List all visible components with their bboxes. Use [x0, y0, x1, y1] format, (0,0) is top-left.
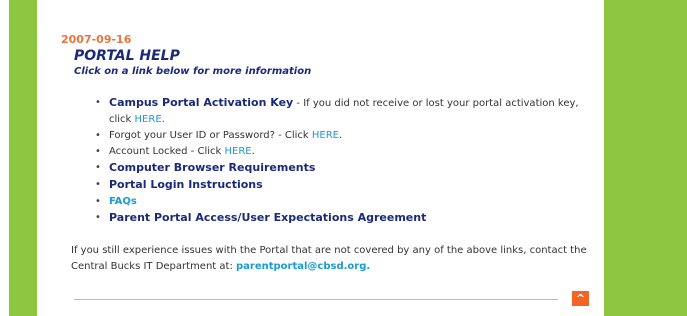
list-item: Portal Login Instructions: [93, 177, 603, 194]
page-subtitle: Click on a link below for more informati…: [74, 66, 312, 77]
list-item: Campus Portal Activation Key - If you di…: [93, 95, 603, 128]
list-item: Computer Browser Requirements: [93, 160, 603, 177]
email-link[interactable]: parentportal@cbsd.org.: [236, 261, 370, 272]
faqs-link[interactable]: FAQs: [109, 196, 137, 207]
page-title: PORTAL HELP: [74, 48, 180, 64]
punctuation: .: [161, 114, 165, 125]
expectations-agreement-link[interactable]: Parent Portal Access/User Expectations A…: [109, 211, 426, 224]
contact-paragraph: If you still experience issues with the …: [71, 243, 601, 275]
account-locked-text: Account Locked - Click: [109, 146, 225, 157]
divider: [74, 299, 558, 300]
list-item: Account Locked - Click HERE.: [93, 144, 603, 160]
list-item: Parent Portal Access/User Expectations A…: [93, 210, 603, 227]
punctuation: .: [339, 130, 343, 141]
browser-requirements-link[interactable]: Computer Browser Requirements: [109, 161, 315, 174]
punctuation: .: [251, 146, 255, 157]
post-date: 2007-09-16: [61, 33, 132, 46]
login-instructions-link[interactable]: Portal Login Instructions: [109, 178, 263, 191]
list-item: FAQs: [93, 194, 603, 210]
forgot-id-text: Forgot your User ID or Password? - Click: [109, 130, 312, 141]
forgot-here-link[interactable]: HERE: [312, 130, 339, 141]
help-links-list: Campus Portal Activation Key - If you di…: [93, 95, 603, 227]
main-content: 2007-09-16 PORTAL HELP Click on a link b…: [37, 0, 604, 316]
back-to-top-button[interactable]: ^: [572, 291, 589, 306]
activation-here-link[interactable]: HERE: [135, 114, 162, 125]
right-green-bar: [604, 0, 687, 316]
activation-key-link[interactable]: Campus Portal Activation Key: [109, 96, 293, 109]
list-item: Forgot your User ID or Password? - Click…: [93, 128, 603, 144]
locked-here-link[interactable]: HERE: [224, 146, 251, 157]
left-green-bar: [9, 0, 37, 316]
